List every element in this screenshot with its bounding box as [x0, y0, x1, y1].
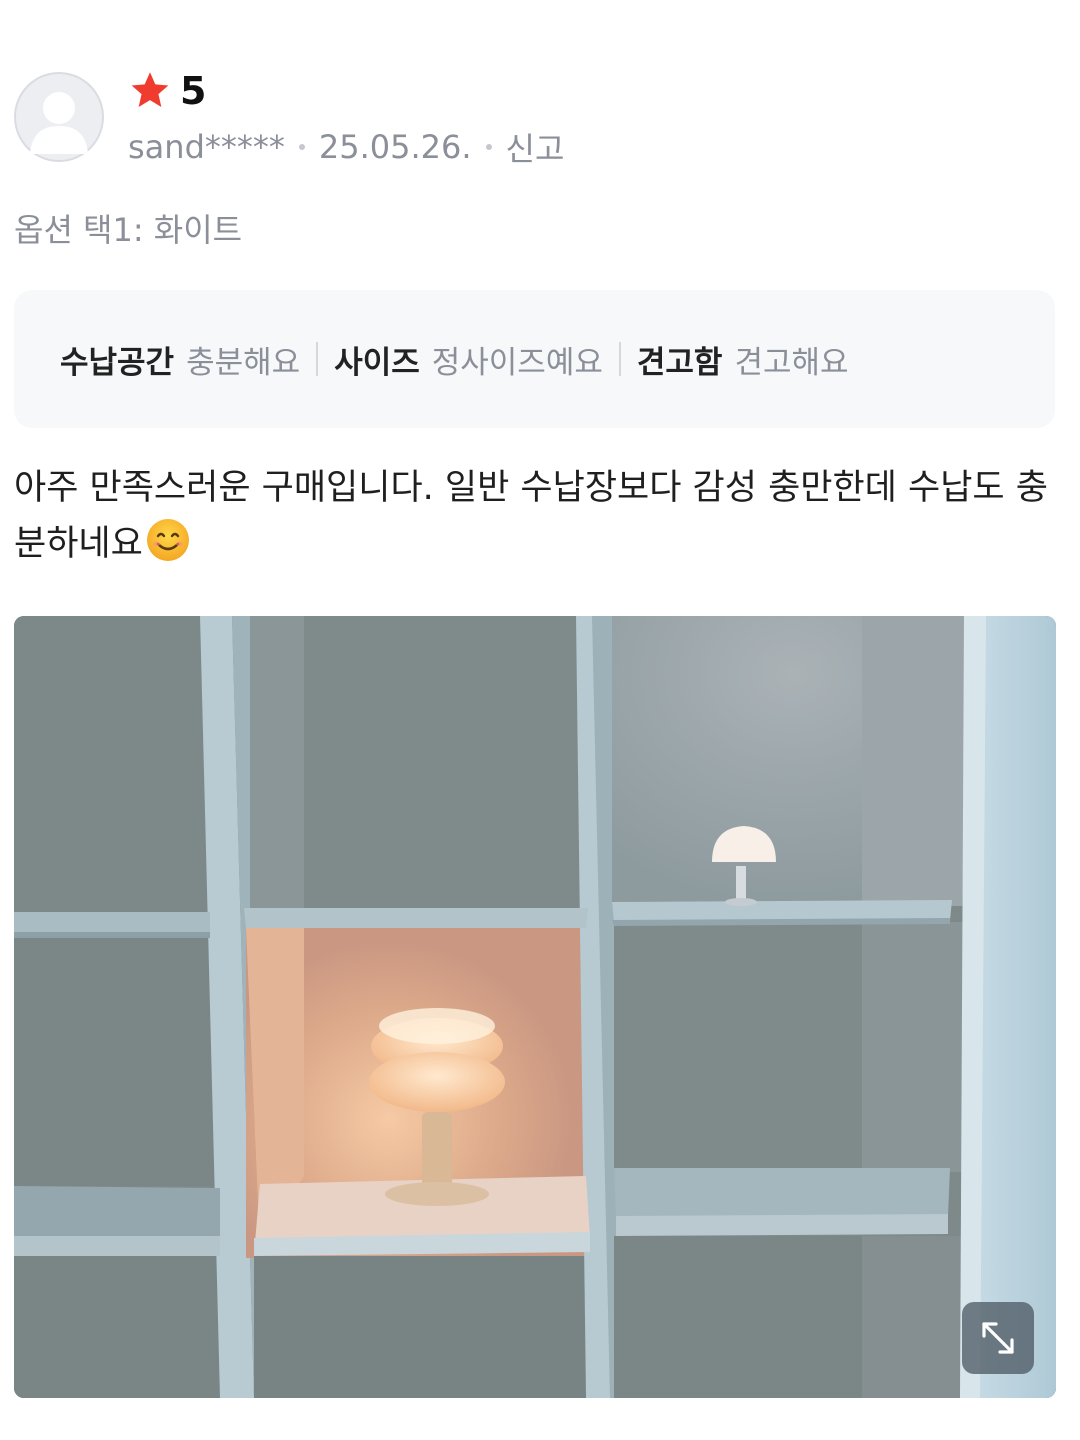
attribute-value: 견고해요: [734, 344, 849, 381]
author-name: sand*****: [128, 128, 285, 166]
review-body: 아주 만족스러운 구매입니다. 일반 수납장보다 감성 충만한데 수납도 충분하…: [14, 460, 1054, 572]
attribute-key: 사이즈: [334, 344, 420, 381]
separator-dot: [298, 144, 305, 150]
attribute-summary: 수납공간 충분해요 사이즈 정사이즈예요 견고함 견고해요: [14, 290, 1055, 428]
rating: 5: [128, 66, 206, 116]
attribute-key: 견고함: [636, 344, 723, 381]
expand-icon: [982, 1322, 1014, 1354]
expand-button[interactable]: [962, 1302, 1034, 1374]
review-meta: sand***** 25.05.26. 신고: [128, 122, 564, 172]
attribute-storage: 수납공간 충분해요: [60, 337, 300, 382]
divider: [316, 342, 319, 376]
attribute-durability: 견고함 견고해요: [637, 337, 849, 382]
review-card: 5 sand***** 25.05.26. 신고 옵션 택1: 화이트 수납공간…: [0, 0, 1080, 1440]
user-avatar-icon: [14, 72, 104, 162]
attribute-value: 충분해요: [186, 344, 301, 381]
option-text: 옵션 택1: 화이트: [14, 211, 243, 249]
review-photo[interactable]: [14, 616, 1056, 1398]
shelf-photo-image: [14, 616, 1056, 1398]
attribute-key: 수납공간: [60, 344, 175, 381]
rating-value: 5: [180, 69, 207, 113]
smiling-face-icon: [145, 517, 191, 563]
attribute-size: 사이즈 정사이즈예요: [334, 337, 603, 382]
review-date: 25.05.26.: [318, 128, 472, 166]
separator-dot: [485, 144, 492, 150]
star-icon: [128, 69, 172, 113]
report-link[interactable]: 신고: [506, 124, 565, 170]
attribute-value: 정사이즈예요: [431, 344, 603, 381]
divider: [618, 342, 621, 376]
